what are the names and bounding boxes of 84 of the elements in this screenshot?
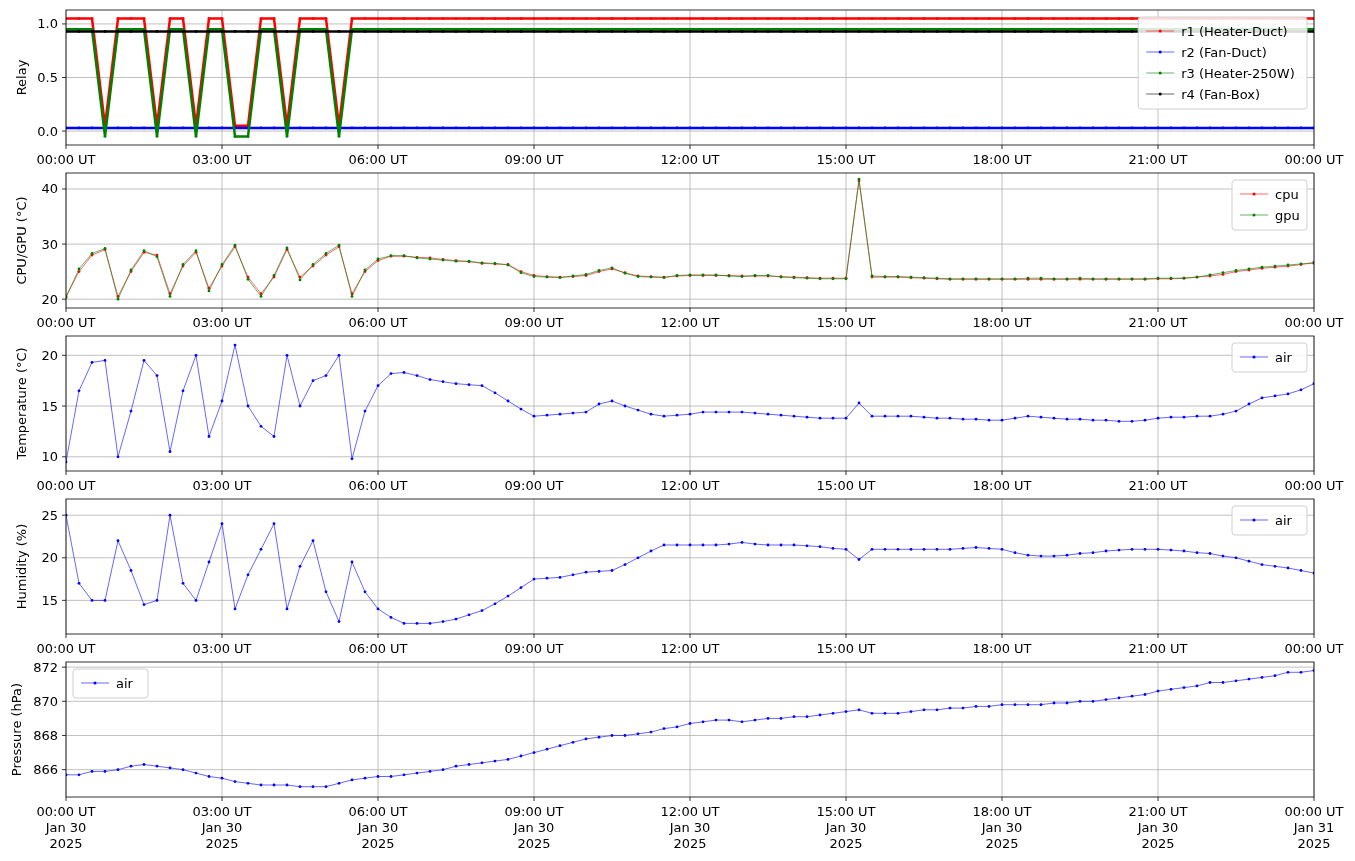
tick-label: 21:00 UT Jan 30 2025 [1128,804,1188,851]
axis-title: Relay [14,59,29,96]
tick-label: 12:00 UT [660,315,720,330]
legend-marker-icon [1145,50,1175,54]
tick-label: 00:00 UT [36,641,96,656]
tick-label: 20 [41,347,58,363]
legend-marker-icon [1239,213,1269,217]
tick-label: 03:00 UT [192,152,252,167]
tick-label: 09:00 UT [504,641,564,656]
tick-label: 12:00 UT Jan 30 2025 [660,804,720,851]
tick-label: 00:00 UT [36,315,96,330]
tick-label: 09:00 UT [504,478,564,493]
tick-label: 00:00 UT [36,152,96,167]
axis-title: Temperature (°C) [14,347,29,460]
tick-label: 06:00 UT [348,478,408,493]
legend-marker-icon [1239,192,1269,196]
tick-label: 00:00 UT [36,478,96,493]
tick-label: 18:00 UT Jan 30 2025 [972,804,1032,851]
tick-label: 0.0 [37,123,58,139]
tick-label: 1.0 [37,16,58,32]
legend-marker-icon [1145,71,1175,75]
axis-title: Pressure (hPa) [9,682,24,777]
tick-label: 15 [41,398,58,414]
tick-label: 00:00 UT Jan 31 2025 [1284,804,1344,851]
legend-marker-icon [1239,355,1269,359]
tick-label: 15:00 UT [816,478,876,493]
tick-label: 15:00 UT Jan 30 2025 [816,804,876,851]
tick-label: 0.5 [37,70,58,85]
tick-label: 25 [41,507,58,523]
tick-label: 15:00 UT [816,641,876,656]
tick-label: 03:00 UT [192,315,252,330]
tick-label: 03:00 UT [192,478,252,493]
tick-label: 18:00 UT [972,152,1032,167]
tick-label: 40 [41,181,58,197]
tick-label: 09:00 UT [504,315,564,330]
tick-label: 868 [33,728,58,743]
tick-label: 10 [41,449,58,465]
tick-label: 21:00 UT [1128,641,1188,656]
tick-label: 00:00 UT [1284,152,1344,167]
legend-label: air [1275,512,1292,528]
tick-label: 00:00 UT [1284,641,1344,656]
legend-label: air [116,675,133,691]
tick-label: 12:00 UT [660,641,720,656]
tick-label: 15:00 UT [816,152,876,167]
tick-label: 872 [33,661,58,675]
tick-label: 21:00 UT [1128,315,1188,330]
tick-label: 21:00 UT [1128,478,1188,493]
tick-label: 15 [41,592,58,608]
legend-label: r2 (Fan-Duct) [1181,44,1267,60]
tick-label: 06:00 UT [348,152,408,167]
tick-label: 00:00 UT [1284,478,1344,493]
tick-label: 12:00 UT [660,478,720,493]
tick-label: 00:00 UT Jan 30 2025 [36,804,96,851]
tick-label: 15:00 UT [816,315,876,330]
legend-marker-icon [1239,518,1269,522]
tick-label: 870 [33,693,58,709]
legend-label: gpu [1275,207,1300,223]
tick-label: 06:00 UT [348,315,408,330]
legend-marker-icon [1145,92,1175,96]
tick-label: 18:00 UT [972,478,1032,493]
legend-label: cpu [1275,186,1299,202]
tick-label: 03:00 UT [192,641,252,656]
legend-label: r3 (Heater-250W) [1181,65,1295,81]
tick-label: 09:00 UT [504,152,564,167]
tick-label: 12:00 UT [660,152,720,167]
tick-label: 06:00 UT [348,641,408,656]
tick-label: 09:00 UT Jan 30 2025 [504,804,564,851]
tick-label: 03:00 UT Jan 30 2025 [192,804,252,851]
tick-label: 18:00 UT [972,641,1032,656]
tick-label: 00:00 UT [1284,315,1344,330]
tick-label: 30 [41,236,58,252]
legend-label: r4 (Fan-Box) [1181,86,1260,102]
tick-label: 06:00 UT Jan 30 2025 [348,804,408,851]
legend-marker-icon [1145,29,1175,33]
axis-title: CPU/GPU (°C) [14,196,29,285]
axis-title: Humidity (%) [14,523,29,610]
legend-label: air [1275,349,1292,365]
tick-label: 866 [33,762,58,778]
legend-marker-icon [80,681,110,685]
legend-label: r1 (Heater-Duct) [1181,23,1288,39]
tick-label: 21:00 UT [1128,152,1188,167]
tick-label: 18:00 UT [972,315,1032,330]
tick-label: 20 [41,550,58,566]
tick-label: 20 [41,291,58,307]
